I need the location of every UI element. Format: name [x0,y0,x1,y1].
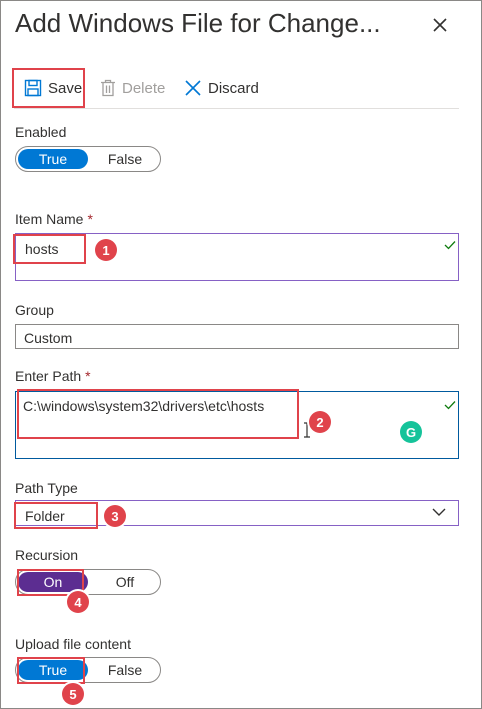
discard-label: Discard [208,79,259,97]
item-name-label: Item Name * [15,211,93,227]
valid-check-icon [444,241,456,250]
grammarly-icon[interactable]: G [400,421,422,443]
annotation-box-3 [14,502,98,529]
annotation-badge-5: 5 [62,683,84,705]
delete-button[interactable]: Delete [100,68,165,108]
group-label: Group [15,302,54,318]
save-label: Save [48,79,83,97]
save-icon [24,79,42,97]
group-input[interactable]: Custom [15,324,459,349]
required-mark: * [85,368,91,384]
enter-path-label-text: Enter Path [15,368,82,384]
enabled-false-option[interactable]: False [90,149,160,169]
trash-icon [101,79,115,97]
required-mark: * [87,211,93,227]
discard-button[interactable]: Discard [184,68,259,108]
annotation-badge-4: 4 [67,591,89,613]
annotation-badge-1: 1 [95,239,117,261]
annotation-box-1 [13,234,86,264]
chevron-down-icon [432,508,446,516]
valid-check-icon [444,401,456,410]
annotation-box-2 [17,389,299,439]
save-button[interactable]: Save [12,68,85,108]
enter-path-label: Enter Path * [15,368,91,384]
recursion-label: Recursion [15,547,79,563]
close-icon[interactable] [429,14,451,36]
toolbar-divider [14,108,459,109]
enabled-toggle[interactable]: True False [15,146,161,172]
item-name-label-text: Item Name [15,211,84,227]
upload-false-option[interactable]: False [90,660,160,680]
annotation-badge-3: 3 [104,505,126,527]
upload-file-content-label: Upload file content [15,636,131,652]
group-value: Custom [24,330,73,346]
delete-label: Delete [122,79,166,97]
recursion-off-option[interactable]: Off [90,572,160,592]
path-type-label: Path Type [15,480,78,496]
enabled-true-option[interactable]: True [18,149,88,169]
annotation-badge-2: 2 [309,411,331,433]
annotation-box-5 [17,657,85,684]
panel-title: Add Windows File for Change... [15,8,381,38]
discard-x-icon [185,80,201,96]
enabled-label: Enabled [15,124,67,140]
